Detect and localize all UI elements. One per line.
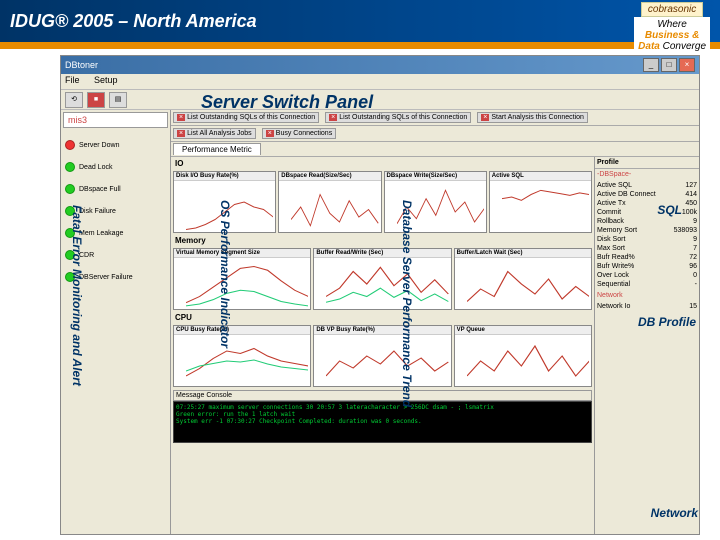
profile-row: Sequential- xyxy=(597,280,697,289)
status-dot-green-icon xyxy=(65,250,75,260)
status-dot-green-icon xyxy=(65,206,75,216)
section-io: IO xyxy=(171,157,594,170)
profile-panel: Profile -DBSpace- Active SQL127Active DB… xyxy=(594,157,699,534)
chart-box[interactable]: Virtual Memory Segment Size xyxy=(173,248,311,310)
profile-row: Commit100k xyxy=(597,208,697,217)
chart-box[interactable]: DB VP Busy Rate(%) xyxy=(313,325,451,387)
chart-box[interactable]: CPU Busy Rate(%) xyxy=(173,325,311,387)
profile-row: Rollback9 xyxy=(597,217,697,226)
conference-header: IDUG® 2005 – North America cobrasonic Wh… xyxy=(0,0,720,42)
charts-area: IO Disk I/O Busy Rate(%) DBspace Read(Siz… xyxy=(171,157,594,534)
profile-row: Over Lock0 xyxy=(597,271,697,280)
server-switch-title: Server Switch Panel xyxy=(201,92,373,113)
tabbar: Performance Metric xyxy=(171,142,699,157)
chart-box[interactable]: DBspace Read(Size/Sec) xyxy=(278,171,381,233)
status-dot-green-icon xyxy=(65,228,75,238)
profile-hot[interactable]: -DBSpace- xyxy=(595,169,699,180)
profile-net-rows: Network Io15 xyxy=(595,301,699,312)
status-label: DBspace Full xyxy=(79,186,121,193)
chart-title: Virtual Memory Segment Size xyxy=(174,249,310,258)
profile-row: Active SQL127 xyxy=(597,181,697,190)
profile-row: Active Tx450 xyxy=(597,199,697,208)
chart-box[interactable]: VP Queue xyxy=(454,325,592,387)
profile-header: Profile xyxy=(595,157,699,169)
minimize-button[interactable]: _ xyxy=(643,58,659,72)
close-button[interactable]: × xyxy=(679,58,695,72)
status-dot-green-icon xyxy=(65,184,75,194)
chart-title: DBspace Read(Size/Sec) xyxy=(279,172,380,181)
tool-btn-3[interactable]: ▤ xyxy=(109,92,127,108)
conn-btn-4[interactable]: ×Busy Connections xyxy=(262,128,337,139)
conference-title: IDUG® 2005 – North America xyxy=(10,11,257,32)
status-item[interactable]: DBServer Failure xyxy=(63,266,168,288)
chart-title: VP Queue xyxy=(455,326,591,335)
status-item[interactable]: Server Down xyxy=(63,134,168,156)
tool-btn-stop[interactable]: ■ xyxy=(87,92,105,108)
status-label: Disk Failure xyxy=(79,208,116,215)
console-header: Message Console xyxy=(173,390,592,401)
chart-title: CPU Busy Rate(%) xyxy=(174,326,310,335)
chart-title: Buffer Read/Write (Sec) xyxy=(314,249,450,258)
chart-title: Active SQL xyxy=(490,172,591,181)
orange-divider xyxy=(0,42,720,49)
menu-setup[interactable]: Setup xyxy=(94,75,118,85)
chart-title: Buffer/Latch Wait (Sec) xyxy=(455,249,591,258)
profile-network-header[interactable]: Network xyxy=(595,290,699,301)
status-item[interactable]: Disk Failure xyxy=(63,200,168,222)
sidebar-server-name[interactable]: mis3 xyxy=(63,112,168,128)
maximize-button[interactable]: □ xyxy=(661,58,677,72)
menu-file[interactable]: File xyxy=(65,75,80,85)
status-item[interactable]: Mem Leakage xyxy=(63,222,168,244)
chart-box[interactable]: Disk I/O Busy Rate(%) xyxy=(173,171,276,233)
titlebar-text: DBtoner xyxy=(65,60,641,70)
chart-box[interactable]: Buffer/Latch Wait (Sec) xyxy=(454,248,592,310)
sidebar: mis3 Server Down Dead Lock DBspace Full Dis… xyxy=(61,110,171,534)
section-cpu: CPU xyxy=(171,311,594,324)
profile-row: Disk Sort9 xyxy=(597,235,697,244)
tab-performance[interactable]: Performance Metric xyxy=(173,143,261,155)
app-window: DBtoner _ □ × File Setup ⟲ ■ ▤ Server Sw… xyxy=(60,55,700,535)
profile-rows: Active SQL127Active DB Connect414Active … xyxy=(595,180,699,290)
profile-row: Network Io15 xyxy=(597,302,697,311)
main-panel: ×List Outstanding SQLs of this Connectio… xyxy=(171,110,699,534)
profile-row: Bufr Read%72 xyxy=(597,253,697,262)
status-dot-green-icon xyxy=(65,272,75,282)
chart-box[interactable]: Buffer Read/Write (Sec) xyxy=(313,248,451,310)
conn-btn-2[interactable]: ×List Outstanding SQLs of this Connectio… xyxy=(325,112,471,123)
chart-box[interactable]: DBspace Write(Size/Sec) xyxy=(384,171,487,233)
titlebar[interactable]: DBtoner _ □ × xyxy=(61,56,699,74)
profile-row: Active DB Connect414 xyxy=(597,190,697,199)
conn-btn-5[interactable]: ×Start Analysis this Connection xyxy=(477,112,588,123)
chart-title: DBspace Write(Size/Sec) xyxy=(385,172,486,181)
status-item[interactable]: DBspace Full xyxy=(63,178,168,200)
status-dot-red-icon xyxy=(65,140,75,150)
profile-row: Max Sort7 xyxy=(597,244,697,253)
status-label: Mem Leakage xyxy=(79,230,123,237)
chart-title: Disk I/O Busy Rate(%) xyxy=(174,172,275,181)
chart-title: DB VP Busy Rate(%) xyxy=(314,326,450,335)
connection-bar2: ×List All Analysis Jobs ×Busy Connection… xyxy=(171,126,699,142)
message-console[interactable]: 07:25:27 maximum server connections 30 2… xyxy=(173,401,592,443)
conn-btn-1[interactable]: ×List Outstanding SQLs of this Connectio… xyxy=(173,112,319,123)
status-label: Dead Lock xyxy=(79,164,112,171)
status-dot-green-icon xyxy=(65,162,75,172)
conn-btn-3[interactable]: ×List All Analysis Jobs xyxy=(173,128,256,139)
tool-btn-1[interactable]: ⟲ xyxy=(65,92,83,108)
profile-row: Memory Sort538093 xyxy=(597,226,697,235)
header-right: cobrasonic Where Business & Data Converg… xyxy=(634,2,710,54)
status-list: Server Down Dead Lock DBspace Full Disk Fai… xyxy=(61,130,170,292)
status-label: CDR xyxy=(79,252,94,259)
toolbar: ⟲ ■ ▤ xyxy=(61,90,699,110)
section-mem: Memory xyxy=(171,234,594,247)
cobra-badge: cobrasonic xyxy=(641,2,703,17)
menubar: File Setup xyxy=(61,74,699,90)
tagline: Where Business & Data Converge xyxy=(634,17,710,54)
profile-row: Bufr Write%96 xyxy=(597,262,697,271)
status-label: DBServer Failure xyxy=(79,274,133,281)
chart-box[interactable]: Active SQL xyxy=(489,171,592,233)
status-item[interactable]: Dead Lock xyxy=(63,156,168,178)
status-item[interactable]: CDR xyxy=(63,244,168,266)
status-label: Server Down xyxy=(79,142,119,149)
